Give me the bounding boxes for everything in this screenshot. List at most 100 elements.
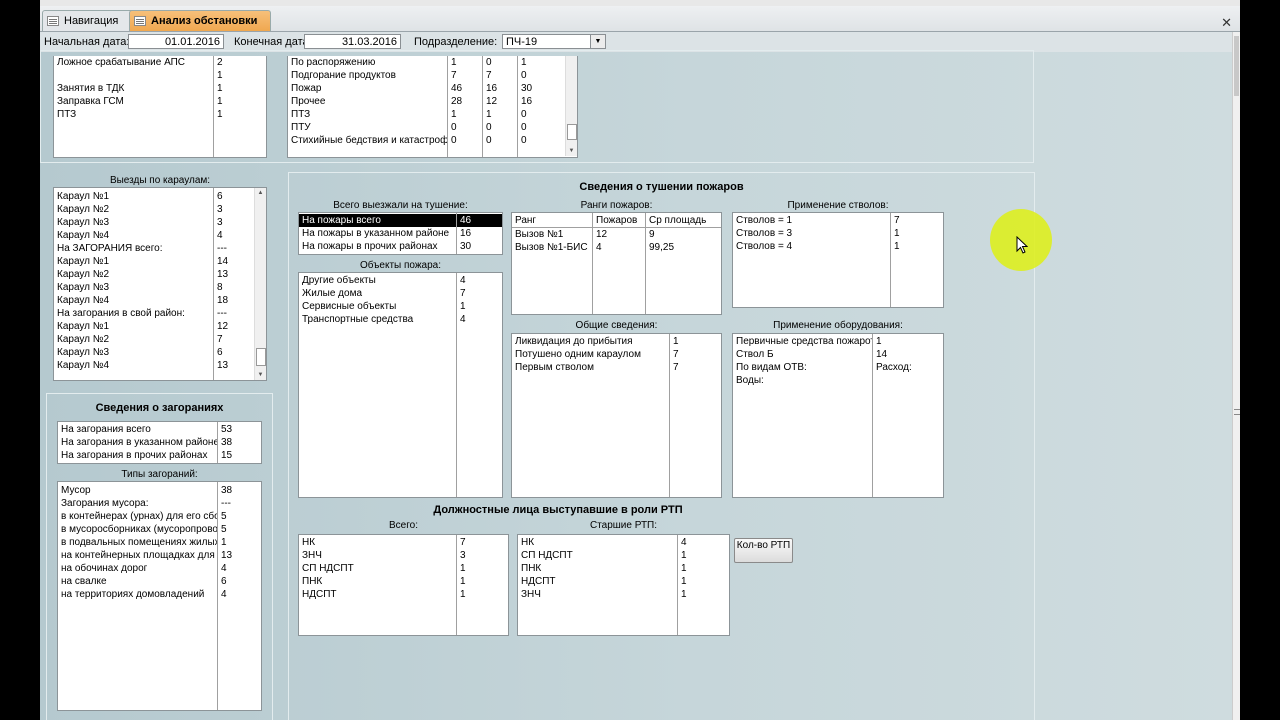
- nozzles-list[interactable]: Стволов = 1 7 Стволов = 3 1 Стволов = 4 1: [732, 212, 944, 308]
- list-row[interactable]: Караул №3 3: [54, 216, 254, 229]
- list-scrollbar[interactable]: ▼: [565, 56, 577, 156]
- list-row[interactable]: Караул №3 8: [54, 281, 254, 294]
- list-row[interactable]: Караул №4 4: [54, 229, 254, 242]
- form-scrollbar[interactable]: [1232, 32, 1240, 720]
- fires-title: Сведения о тушении пожаров: [579, 181, 744, 193]
- list-row[interactable]: СП НДСПТ 1: [299, 562, 508, 575]
- list-row[interactable]: на свалке 6: [58, 575, 261, 588]
- list-row[interactable]: Первым стволом 7: [512, 361, 721, 374]
- list-row[interactable]: Стволов = 1 7: [733, 214, 943, 227]
- list-row[interactable]: На загорания в свой район: ---: [54, 307, 254, 320]
- end-date-field[interactable]: 31.03.2016: [304, 34, 401, 49]
- list-row[interactable]: Заправка ГСМ 1: [54, 95, 266, 108]
- row-label: Прочее: [291, 96, 326, 107]
- list-row[interactable]: Пожар 46 16 30: [288, 82, 565, 95]
- list-row[interactable]: на обочинах дорог 4: [58, 562, 261, 575]
- list-row[interactable]: Первичные средства пожаротушения1: [733, 335, 943, 348]
- list-row[interactable]: Загорания мусора: ---: [58, 497, 261, 510]
- list-row[interactable]: Стволов = 4 1: [733, 240, 943, 253]
- chevron-down-icon[interactable]: ▼: [566, 146, 577, 156]
- list-row[interactable]: На загорания всего 53: [58, 423, 261, 436]
- list-row[interactable]: Жилые дома 7: [299, 287, 502, 300]
- fires-total-list[interactable]: На пожары всего 46 На пожары в указанном р…: [298, 212, 503, 255]
- fire-objects-list[interactable]: Другие объекты 4 Жилые дома 7 Сервисные объе…: [298, 272, 503, 498]
- start-date-field[interactable]: 01.01.2016: [128, 34, 224, 49]
- list-row[interactable]: ПНК 1: [299, 575, 508, 588]
- list-row[interactable]: Ложное срабатывание АПС 2: [54, 56, 266, 69]
- list-row[interactable]: На пожары в прочих районах 30: [299, 240, 502, 253]
- list-row[interactable]: Караул №1 12: [54, 320, 254, 333]
- list-row[interactable]: Прочее 28 12 16: [288, 95, 565, 108]
- list-row[interactable]: Караул №2 13: [54, 268, 254, 281]
- list-row[interactable]: ПТЗ 1: [54, 108, 266, 121]
- list-row[interactable]: НДСПТ 1: [518, 575, 729, 588]
- list-row[interactable]: Воды:: [733, 374, 943, 387]
- list-row[interactable]: на территориях домовладений 4: [58, 588, 261, 601]
- list-row[interactable]: Караул №1 14: [54, 255, 254, 268]
- list-row[interactable]: По видам ОТВ: Расход:: [733, 361, 943, 374]
- ignition-types-list[interactable]: Мусор 38 Загорания мусора: --- в контейнерах…: [57, 481, 262, 711]
- division-select[interactable]: ПЧ-19 ▼: [502, 34, 606, 49]
- officials-all-list[interactable]: НК 7 ЗНЧ 3 СП НДСПТ 1 ПНК 1 НДСПТ 1: [298, 534, 509, 636]
- list-row[interactable]: На ЗАГОРАНИЯ всего: ---: [54, 242, 254, 255]
- list-row[interactable]: Подгорание продуктов 7 7 0: [288, 69, 565, 82]
- ignitions-summary-list[interactable]: На загорания всего 53 На загорания в указа…: [57, 421, 262, 464]
- chevron-down-icon[interactable]: ▼: [590, 35, 605, 48]
- list-row[interactable]: На загорания в указанном районе 38: [58, 436, 261, 449]
- tab-analysis[interactable]: Анализ обстановки: [129, 10, 271, 31]
- close-icon[interactable]: ✕: [1221, 15, 1232, 31]
- list-row[interactable]: 1: [54, 69, 266, 82]
- list-row[interactable]: на контейнерных площадках для мусора13: [58, 549, 261, 562]
- list-row[interactable]: Вызов №1 12 9: [512, 228, 721, 241]
- chevron-up-icon[interactable]: ▲: [255, 188, 266, 198]
- list-scrollbar[interactable]: ▲ ▼: [254, 188, 266, 380]
- list-row[interactable]: На пожары всего 46: [299, 214, 502, 227]
- list-row[interactable]: Ствол Б 14: [733, 348, 943, 361]
- row-value: 1: [217, 109, 223, 120]
- list-row[interactable]: Другие объекты 4: [299, 274, 502, 287]
- list-row[interactable]: СП НДСПТ 1: [518, 549, 729, 562]
- list-row[interactable]: Стихийные бедствия и катастрофы 0 0 0: [288, 134, 565, 147]
- scroll-thumb[interactable]: [256, 348, 266, 366]
- general-info-list[interactable]: Ликвидация до прибытия 1 Потушено одним ка…: [511, 333, 722, 498]
- list-row[interactable]: На загорания в прочих районах 15: [58, 449, 261, 462]
- list-row[interactable]: НК 4: [518, 536, 729, 549]
- equipment-list[interactable]: Первичные средства пожаротушения1Ствол Б…: [732, 333, 944, 498]
- tab-navigation[interactable]: Навигация: [42, 10, 136, 31]
- list-row[interactable]: Сервисные объекты 1: [299, 300, 502, 313]
- top-left-list[interactable]: Ложное срабатывание АПС 2 1 Занятия в ТДК 1 З…: [53, 56, 267, 158]
- list-row[interactable]: По распоряжению 1 0 1: [288, 56, 565, 69]
- list-row[interactable]: ПТЗ 1 1 0: [288, 108, 565, 121]
- officials-senior-list[interactable]: НК 4 СП НДСПТ 1 ПНК 1 НДСПТ 1 ЗНЧ 1: [517, 534, 730, 636]
- list-row[interactable]: Мусор 38: [58, 484, 261, 497]
- list-row[interactable]: Караул №2 3: [54, 203, 254, 216]
- list-row[interactable]: Стволов = 3 1: [733, 227, 943, 240]
- fire-ranks-table[interactable]: Ранг Пожаров Ср площадь Вызов №1 12 9 Вызов №1…: [511, 212, 722, 315]
- list-row[interactable]: Потушено одним караулом 7: [512, 348, 721, 361]
- top-mid-list[interactable]: ▼ По распоряжению 1 0 1 Подгорание продуктов…: [287, 56, 578, 158]
- list-row[interactable]: ЗНЧ 3: [299, 549, 508, 562]
- list-row[interactable]: Вызов №1-БИС 4 99,25: [512, 241, 721, 254]
- list-row[interactable]: На пожары в указанном районе 16: [299, 227, 502, 240]
- list-row[interactable]: НДСПТ 1: [299, 588, 508, 601]
- list-row[interactable]: Караул №3 6: [54, 346, 254, 359]
- scroll-thumb[interactable]: [1234, 36, 1239, 96]
- list-row[interactable]: Ликвидация до прибытия 1: [512, 335, 721, 348]
- guards-list[interactable]: ▲ ▼ Караул №1 6 Караул №2 3 Караул №3 3 Караул…: [53, 187, 267, 381]
- list-row[interactable]: Караул №1 6: [54, 190, 254, 203]
- scroll-thumb[interactable]: [567, 124, 577, 140]
- list-row[interactable]: ПТУ 0 0 0: [288, 121, 565, 134]
- list-row[interactable]: Караул №4 18: [54, 294, 254, 307]
- list-row[interactable]: ЗНЧ 1: [518, 588, 729, 601]
- list-row[interactable]: ПНК 1: [518, 562, 729, 575]
- count-rtp-button[interactable]: Кол-во РТП: [734, 538, 793, 563]
- list-row[interactable]: Транспортные средства 4: [299, 313, 502, 326]
- list-row[interactable]: Караул №4 13: [54, 359, 254, 372]
- chevron-down-icon[interactable]: ▼: [255, 370, 266, 380]
- list-row[interactable]: Занятия в ТДК 1: [54, 82, 266, 95]
- list-row[interactable]: в контейнерах (урнах) для его сбора 5: [58, 510, 261, 523]
- list-row[interactable]: в мусоросборниках (мусоропроводах)5: [58, 523, 261, 536]
- list-row[interactable]: Караул №2 7: [54, 333, 254, 346]
- list-row[interactable]: в подвальных помещениях жилых домов1: [58, 536, 261, 549]
- list-row[interactable]: НК 7: [299, 536, 508, 549]
